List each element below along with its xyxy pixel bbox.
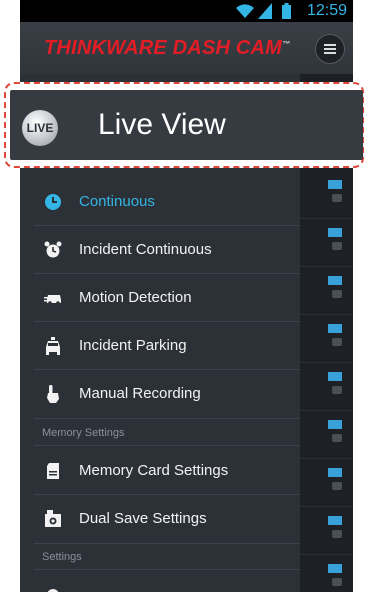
list-item (300, 314, 353, 363)
car-icon (332, 194, 342, 202)
list-item (300, 218, 353, 267)
drawer-item-continuous[interactable]: Continuous (20, 178, 300, 226)
clock-icon (45, 194, 61, 210)
clock: 12:59 (306, 2, 347, 19)
battery-icon (282, 3, 291, 19)
divider (34, 543, 300, 544)
drawer-item-partial[interactable] (20, 571, 300, 592)
live-icon: LIVE (22, 110, 58, 146)
app-bar: THINKWARE DASH CAM™ (20, 22, 353, 74)
divider (34, 418, 300, 419)
list-item (300, 410, 353, 459)
drawer-item-live-view[interactable]: LIVE Live View (10, 90, 363, 160)
video-icon (328, 372, 342, 381)
drawer-item-memory-card-settings[interactable]: Memory Card Settings (20, 447, 300, 495)
drawer-item-label: Incident Continuous (79, 241, 212, 258)
video-icon (328, 228, 342, 237)
wifi-icon (236, 4, 254, 18)
app-title: THINKWARE DASH CAM™ (44, 37, 290, 60)
video-icon (328, 420, 342, 429)
app-title-text: THINKWARE DASH CAM (44, 37, 283, 59)
drawer-item-label: Dual Save Settings (79, 510, 207, 527)
car-icon (332, 242, 342, 250)
section-header-memory: Memory Settings (42, 427, 125, 439)
drawer-item-incident-parking[interactable]: Incident Parking (20, 322, 300, 370)
drawer-item-dual-save-settings[interactable]: Dual Save Settings (20, 495, 300, 543)
video-icon (328, 468, 342, 477)
car-icon (332, 290, 342, 298)
list-item (300, 170, 353, 219)
section-header-settings: Settings (42, 551, 82, 563)
list-item (300, 554, 353, 592)
live-view-label: Live View (98, 108, 226, 141)
video-icon (328, 516, 342, 525)
hand-pointer-icon (47, 385, 59, 403)
drawer-item-label: Continuous (79, 193, 155, 210)
drawer-item-label: Incident Parking (79, 337, 187, 354)
divider (34, 445, 300, 446)
list-item (300, 266, 353, 315)
video-icon (328, 324, 342, 333)
car-front-icon (46, 337, 60, 355)
list-item (300, 362, 353, 411)
car-icon (332, 578, 342, 586)
drawer-item-incident-continuous[interactable]: Incident Continuous (20, 226, 300, 274)
signal-icon (258, 3, 272, 19)
gear-icon (47, 589, 59, 592)
video-icon (328, 180, 342, 189)
drawer-item-motion-detection[interactable]: Motion Detection (20, 274, 300, 322)
drawer-item-manual-recording[interactable]: Manual Recording (20, 370, 300, 418)
car-icon (332, 434, 342, 442)
list-item (300, 506, 353, 555)
menu-icon[interactable] (315, 34, 345, 64)
car-icon (332, 338, 342, 346)
car-icon (332, 530, 342, 538)
list-item (300, 458, 353, 507)
alarm-clock-icon (44, 241, 62, 258)
trademark-mark: ™ (282, 39, 291, 49)
car-icon (332, 386, 342, 394)
status-bar: 12:59 (20, 0, 353, 22)
dual-save-icon (45, 510, 61, 527)
drawer-item-label: Memory Card Settings (79, 462, 229, 479)
sd-card-icon (47, 463, 59, 479)
car-motion-icon (44, 295, 61, 305)
video-icon (328, 564, 342, 573)
drawer-item-label: Motion Detection (79, 289, 192, 306)
drawer-item-label: Manual Recording (79, 385, 201, 402)
video-icon (328, 276, 342, 285)
car-icon (332, 482, 342, 490)
divider (34, 569, 300, 570)
